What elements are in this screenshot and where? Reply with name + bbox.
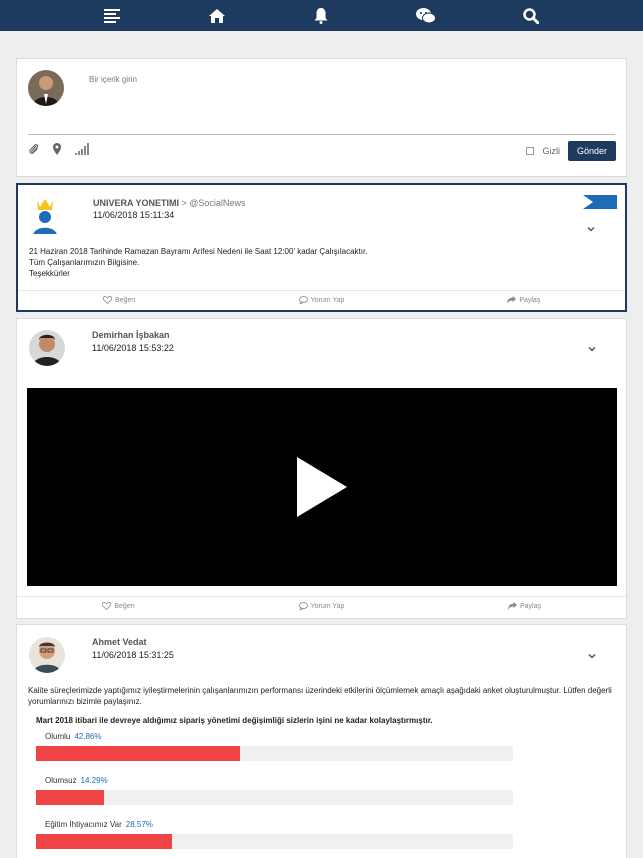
post-card: UNIVERA YONETIMI > @SocialNews 11/06/201… xyxy=(16,183,627,312)
like-button[interactable]: Beğen xyxy=(17,597,220,615)
survey-bar-fill xyxy=(36,790,105,805)
survey-question: Mart 2018 itibari ile devreye aldığımız … xyxy=(36,716,433,725)
survey-option[interactable]: Olumsuz 14.29% xyxy=(45,776,108,785)
post-actions: Beğen Yorum Yap Paylaş xyxy=(17,596,626,615)
composer-actions: Gizli Gönder xyxy=(526,141,616,161)
post-date: 11/06/2018 15:31:25 xyxy=(92,650,174,660)
like-button[interactable]: Beğen xyxy=(18,291,220,309)
comment-button[interactable]: Yorum Yap xyxy=(220,291,422,309)
post-date: 11/06/2018 15:11:34 xyxy=(93,210,175,220)
composer-tools xyxy=(29,143,89,155)
top-nav xyxy=(0,0,643,31)
post-actions: Beğen Yorum Yap Paylaş xyxy=(18,290,625,309)
comment-icon xyxy=(298,296,308,304)
share-icon xyxy=(507,296,517,304)
post-author[interactable]: Ahmet Vedat xyxy=(92,637,147,647)
survey-bar-fill xyxy=(36,834,173,849)
survey-bar-fill xyxy=(36,746,241,761)
share-icon xyxy=(507,602,517,610)
post-text: 21 Haziran 2018 Tarihinde Ramazan Bayram… xyxy=(29,247,368,278)
post-card: Ahmet Vedat 11/06/2018 15:31:25 Kalite s… xyxy=(16,624,627,858)
play-icon[interactable] xyxy=(297,457,347,517)
chevron-down-icon[interactable] xyxy=(587,225,595,233)
chevron-down-icon[interactable] xyxy=(588,652,596,660)
divider xyxy=(28,134,615,135)
crown-avatar xyxy=(30,198,66,234)
post-composer: Bir içerik girin Gizli Gönder xyxy=(16,58,627,177)
bell-icon[interactable] xyxy=(310,5,332,27)
pinned-flag xyxy=(583,195,617,209)
send-button[interactable]: Gönder xyxy=(567,141,616,161)
post-text: Kalite süreçlerimizde yaptığımız iyileşt… xyxy=(28,686,612,706)
content-input[interactable]: Bir içerik girin xyxy=(89,75,137,84)
survey-option[interactable]: Olumlu 42.86% xyxy=(45,732,101,741)
survey-bar[interactable] xyxy=(36,834,513,849)
video-player[interactable] xyxy=(27,388,617,586)
paperclip-icon[interactable] xyxy=(29,143,39,155)
avatar xyxy=(28,70,64,106)
comment-button[interactable]: Yorum Yap xyxy=(220,597,423,615)
heart-icon xyxy=(103,296,113,304)
post-author[interactable]: UNIVERA YONETIMI > @SocialNews xyxy=(93,198,245,208)
post-author[interactable]: Demirhan İşbakan xyxy=(92,330,170,340)
menu-icon[interactable] xyxy=(101,5,123,27)
private-checkbox[interactable] xyxy=(526,147,535,155)
survey-option[interactable]: Eğitim İhtiyacımız Var 28.57% xyxy=(45,820,153,829)
share-button[interactable]: Paylaş xyxy=(423,597,626,615)
survey-bar[interactable] xyxy=(36,790,513,805)
chevron-down-icon[interactable] xyxy=(588,345,596,353)
location-pin-icon[interactable] xyxy=(53,143,61,155)
private-label: Gizli xyxy=(542,146,560,156)
survey-bar[interactable] xyxy=(36,746,513,761)
post-date: 11/06/2018 15:53:22 xyxy=(92,343,174,353)
avatar xyxy=(29,330,65,366)
avatar xyxy=(29,637,65,673)
share-button[interactable]: Paylaş xyxy=(423,291,625,309)
post-card: Demirhan İşbakan 11/06/2018 15:53:22 Beğ… xyxy=(16,318,627,619)
signal-icon[interactable] xyxy=(75,143,89,155)
home-icon[interactable] xyxy=(206,5,228,27)
heart-icon xyxy=(102,602,112,610)
comment-icon xyxy=(298,602,308,610)
wechat-icon[interactable] xyxy=(415,5,437,27)
search-icon[interactable] xyxy=(520,5,542,27)
